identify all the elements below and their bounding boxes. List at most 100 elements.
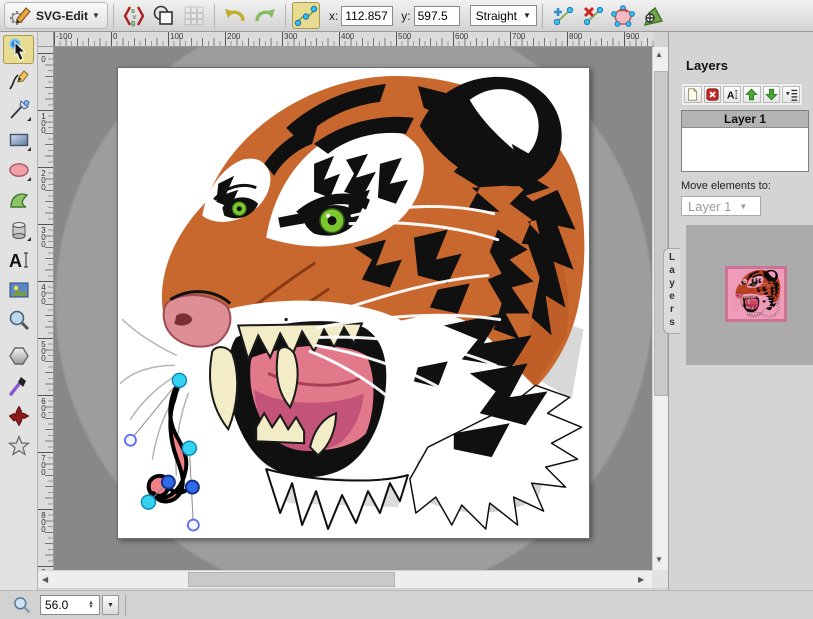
layer-menu-button[interactable] <box>782 86 800 103</box>
layer-up-button[interactable] <box>743 86 761 103</box>
zoom-icon <box>12 595 32 615</box>
chevron-down-icon: ▼ <box>92 11 100 20</box>
y-coordinate-input[interactable] <box>414 6 460 26</box>
path-tool-icon <box>7 188 31 212</box>
zoom-level-field: ▲▼ <box>40 595 100 615</box>
svg-canvas[interactable] <box>117 67 590 539</box>
scroll-down-icon[interactable]: ▼ <box>655 555 663 564</box>
new-layer-button[interactable] <box>684 86 702 103</box>
add-node-button[interactable] <box>549 2 577 29</box>
tool-path[interactable] <box>3 185 34 214</box>
move-elements-label: Move elements to: <box>681 180 813 192</box>
v-ruler-label: 400 <box>39 283 48 304</box>
chevron-down-icon: ▼ <box>739 202 747 211</box>
delete-node-button[interactable] <box>579 2 607 29</box>
tool-eyedropper[interactable] <box>3 371 34 400</box>
path-node-selected[interactable] <box>162 476 175 489</box>
new-layer-icon <box>686 88 699 101</box>
horizontal-scroll-thumb[interactable] <box>188 572 395 587</box>
vertical-scroll-thumb[interactable] <box>654 71 668 396</box>
close-path-button[interactable] <box>609 2 637 29</box>
main-menu-label: SVG-Edit <box>36 9 88 23</box>
tool-pencil[interactable] <box>3 65 34 94</box>
scrollbar-corner <box>652 570 668 588</box>
path-node-selected[interactable] <box>186 481 199 494</box>
v-ruler-label: 700 <box>39 454 48 475</box>
v-ruler-label: 100 <box>39 112 48 133</box>
pencil-tool-icon <box>7 68 31 92</box>
h-ruler-label: 200 <box>227 32 240 41</box>
tool-polygon[interactable] <box>3 341 34 370</box>
scroll-up-icon[interactable]: ▲ <box>655 50 663 59</box>
delete-layer-icon <box>706 88 719 101</box>
tool-star[interactable] <box>3 431 34 460</box>
h-ruler-label: 700 <box>512 32 525 41</box>
undo-button[interactable] <box>221 2 249 29</box>
tool-shape-library[interactable] <box>3 215 34 244</box>
tool-line[interactable] <box>3 95 34 124</box>
open-path-button[interactable] <box>639 2 667 29</box>
zoom-spinner[interactable]: ▲▼ <box>85 601 99 609</box>
path-node[interactable] <box>172 373 186 387</box>
polygon-tool-icon <box>7 344 31 368</box>
scroll-left-icon[interactable]: ◀ <box>42 575 48 584</box>
horizontal-scrollbar[interactable]: ◀ ▶ <box>38 570 652 588</box>
h-ruler-label: 500 <box>398 32 411 41</box>
v-ruler-label: 500 <box>39 340 48 361</box>
node-edit-tool-button[interactable] <box>292 2 320 29</box>
grid-icon <box>182 4 206 28</box>
h-ruler-label: 800 <box>569 32 582 41</box>
tool-ellipse[interactable] <box>3 155 34 184</box>
line-tool-icon <box>7 98 31 122</box>
ruler-corner <box>38 32 54 47</box>
h-ruler-label: 100 <box>170 32 183 41</box>
tool-image[interactable] <box>3 275 34 304</box>
undo-icon <box>223 4 247 28</box>
zoom-dropdown-button[interactable]: ▼ <box>102 595 119 615</box>
v-ruler-label: 600 <box>39 397 48 418</box>
close-path-icon <box>611 4 635 28</box>
move-elements-select[interactable]: Layer 1 ▼ <box>681 196 761 216</box>
layer-list: Layer 1 <box>681 110 809 172</box>
zoom-level-input[interactable] <box>41 597 85 613</box>
top-toolbar: SVG-Edit ▼ s v g <box>0 0 813 32</box>
wireframe-button[interactable] <box>150 2 178 29</box>
delete-layer-button[interactable] <box>704 86 722 103</box>
x-coordinate-input[interactable] <box>341 6 393 26</box>
layer-down-button[interactable] <box>763 86 781 103</box>
workspace[interactable] <box>54 47 652 570</box>
layer-thumbnail[interactable] <box>725 266 787 322</box>
chevron-down-icon: ▼ <box>523 11 531 20</box>
redo-button[interactable] <box>251 2 279 29</box>
path-node[interactable] <box>141 495 155 509</box>
segment-type-select[interactable]: Straight ▼ <box>470 5 537 26</box>
scroll-right-icon[interactable]: ▶ <box>638 575 644 584</box>
v-ruler-label: 200 <box>39 169 48 190</box>
tool-shapes[interactable] <box>3 401 34 430</box>
layers-side-tab[interactable]: Layers <box>663 248 680 334</box>
grid-button[interactable] <box>180 2 208 29</box>
tool-select[interactable] <box>3 35 34 64</box>
layer-list-item[interactable]: Layer 1 <box>682 111 808 128</box>
horizontal-ruler: -10001002003004005006007008009001000 <box>54 32 654 47</box>
control-point-handle[interactable] <box>188 520 199 531</box>
control-point-handle[interactable] <box>125 435 136 446</box>
rectangle-tool-icon <box>7 128 31 152</box>
source-code-button[interactable]: s v g <box>120 2 148 29</box>
wireframe-icon <box>152 4 176 28</box>
shapes-tool-icon <box>7 404 31 428</box>
tool-rectangle[interactable] <box>3 125 34 154</box>
vertical-ruler: 0100200300400500600700800900 <box>38 47 54 570</box>
h-ruler-label: -100 <box>56 32 72 41</box>
path-node[interactable] <box>182 441 196 455</box>
main-menu-button[interactable]: SVG-Edit ▼ <box>4 2 108 29</box>
rename-layer-button[interactable]: A <box>723 86 741 103</box>
h-ruler-label: 400 <box>341 32 354 41</box>
svg-edit-logo <box>8 4 32 28</box>
canvas-artwork <box>118 68 591 540</box>
tool-text[interactable]: A <box>3 245 34 274</box>
layers-panel: Layers A <box>668 32 813 590</box>
tool-zoom[interactable] <box>3 305 34 334</box>
status-bar: ▲▼ ▼ <box>0 590 813 619</box>
v-ruler-label: 900 <box>39 568 48 570</box>
